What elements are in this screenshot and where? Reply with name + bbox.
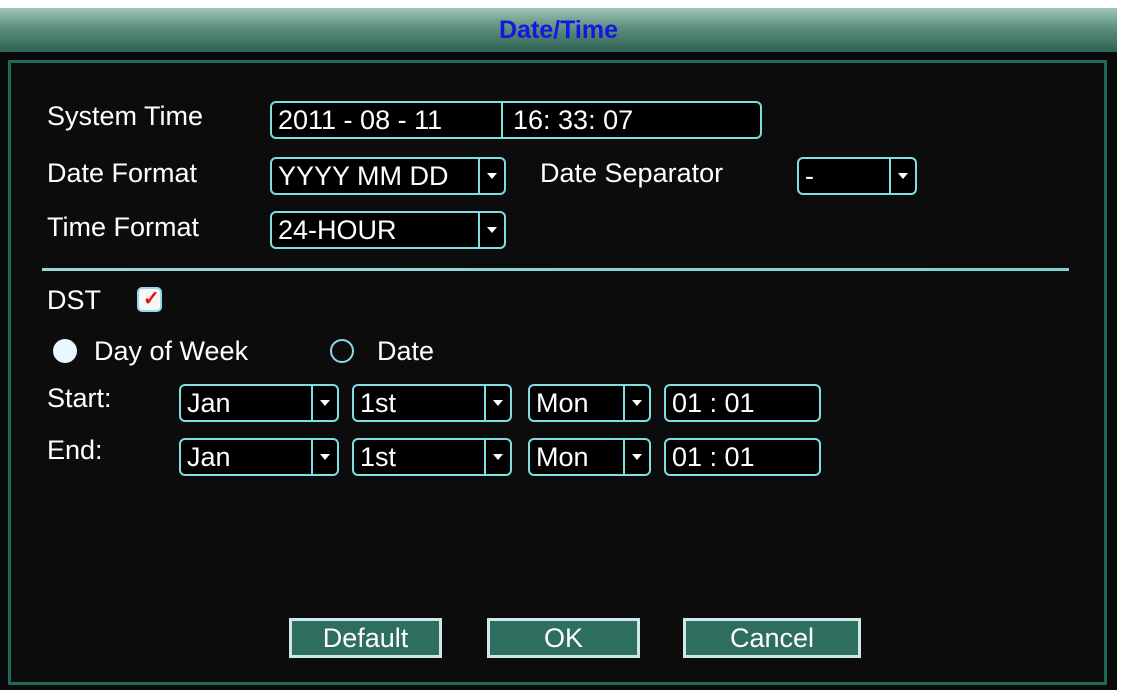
system-time-field[interactable]: 2011 - 08 - 11 16: 33: 07 [270,101,762,139]
date-separator-dropdown-arrow[interactable] [889,159,915,193]
start-week-select[interactable]: 1st [352,384,512,422]
start-week-dropdown-arrow[interactable] [484,386,510,420]
cancel-button[interactable]: Cancel [683,618,861,658]
dst-checkbox[interactable]: ✓ [137,287,162,312]
chevron-down-icon [320,454,330,460]
date-format-dropdown-arrow[interactable] [478,159,504,193]
end-month-select[interactable]: Jan [179,438,339,476]
date-time-dialog: Date/Time System Time 2011 - 08 - 11 16:… [0,8,1117,690]
start-week-value: 1st [360,388,397,418]
date-separator-value: - [805,161,814,191]
dst-label: DST [47,285,101,315]
chevron-down-icon [487,227,497,233]
date-separator-label: Date Separator [540,158,724,188]
start-day-value: Mon [536,388,589,418]
title-bar: Date/Time [0,8,1117,52]
time-format-value: 24-HOUR [278,215,397,245]
radio-date[interactable] [330,339,354,363]
start-month-dropdown-arrow[interactable] [311,386,337,420]
date-format-value: YYYY MM DD [278,161,449,191]
date-format-select[interactable]: YYYY MM DD [270,157,506,195]
end-day-select[interactable]: Mon [528,438,651,476]
end-month-dropdown-arrow[interactable] [311,440,337,474]
start-time-value[interactable]: 01 : 01 [672,386,755,420]
end-day-value: Mon [536,442,589,472]
ok-button[interactable]: OK [487,618,640,658]
end-time-value[interactable]: 01 : 01 [672,440,755,474]
section-divider [42,268,1069,271]
end-week-select[interactable]: 1st [352,438,512,476]
radio-date-label: Date [377,336,435,366]
time-format-select[interactable]: 24-HOUR [270,211,506,249]
radio-day-of-week-label: Day of Week [94,336,249,366]
system-time-label: System Time [47,101,204,131]
start-day-dropdown-arrow[interactable] [623,386,649,420]
date-time-divider [501,103,503,137]
start-month-select[interactable]: Jan [179,384,339,422]
start-day-select[interactable]: Mon [528,384,651,422]
checkmark-icon: ✓ [143,288,160,310]
radio-day-of-week[interactable] [53,339,77,363]
end-week-dropdown-arrow[interactable] [484,440,510,474]
end-day-dropdown-arrow[interactable] [623,440,649,474]
start-month-value: Jan [187,388,231,418]
system-clock-value[interactable]: 16: 33: 07 [513,103,633,137]
chevron-down-icon [320,400,330,406]
date-separator-select[interactable]: - [797,157,917,195]
start-label: Start: [47,383,112,413]
end-label: End: [47,435,103,465]
chevron-down-icon [632,400,642,406]
start-time-input[interactable]: 01 : 01 [664,384,821,422]
dialog-title: Date/Time [498,16,619,44]
chevron-down-icon [487,173,497,179]
system-date-value[interactable]: 2011 - 08 - 11 [278,103,442,137]
chevron-down-icon [632,454,642,460]
date-format-label: Date Format [47,158,198,188]
end-time-input[interactable]: 01 : 01 [664,438,821,476]
chevron-down-icon [898,173,908,179]
end-week-value: 1st [360,442,397,472]
chevron-down-icon [493,454,503,460]
time-format-dropdown-arrow[interactable] [478,213,504,247]
time-format-label: Time Format [47,212,200,242]
default-button[interactable]: Default [289,618,442,658]
settings-panel: System Time 2011 - 08 - 11 16: 33: 07 Da… [8,60,1107,685]
end-month-value: Jan [187,442,231,472]
chevron-down-icon [493,400,503,406]
